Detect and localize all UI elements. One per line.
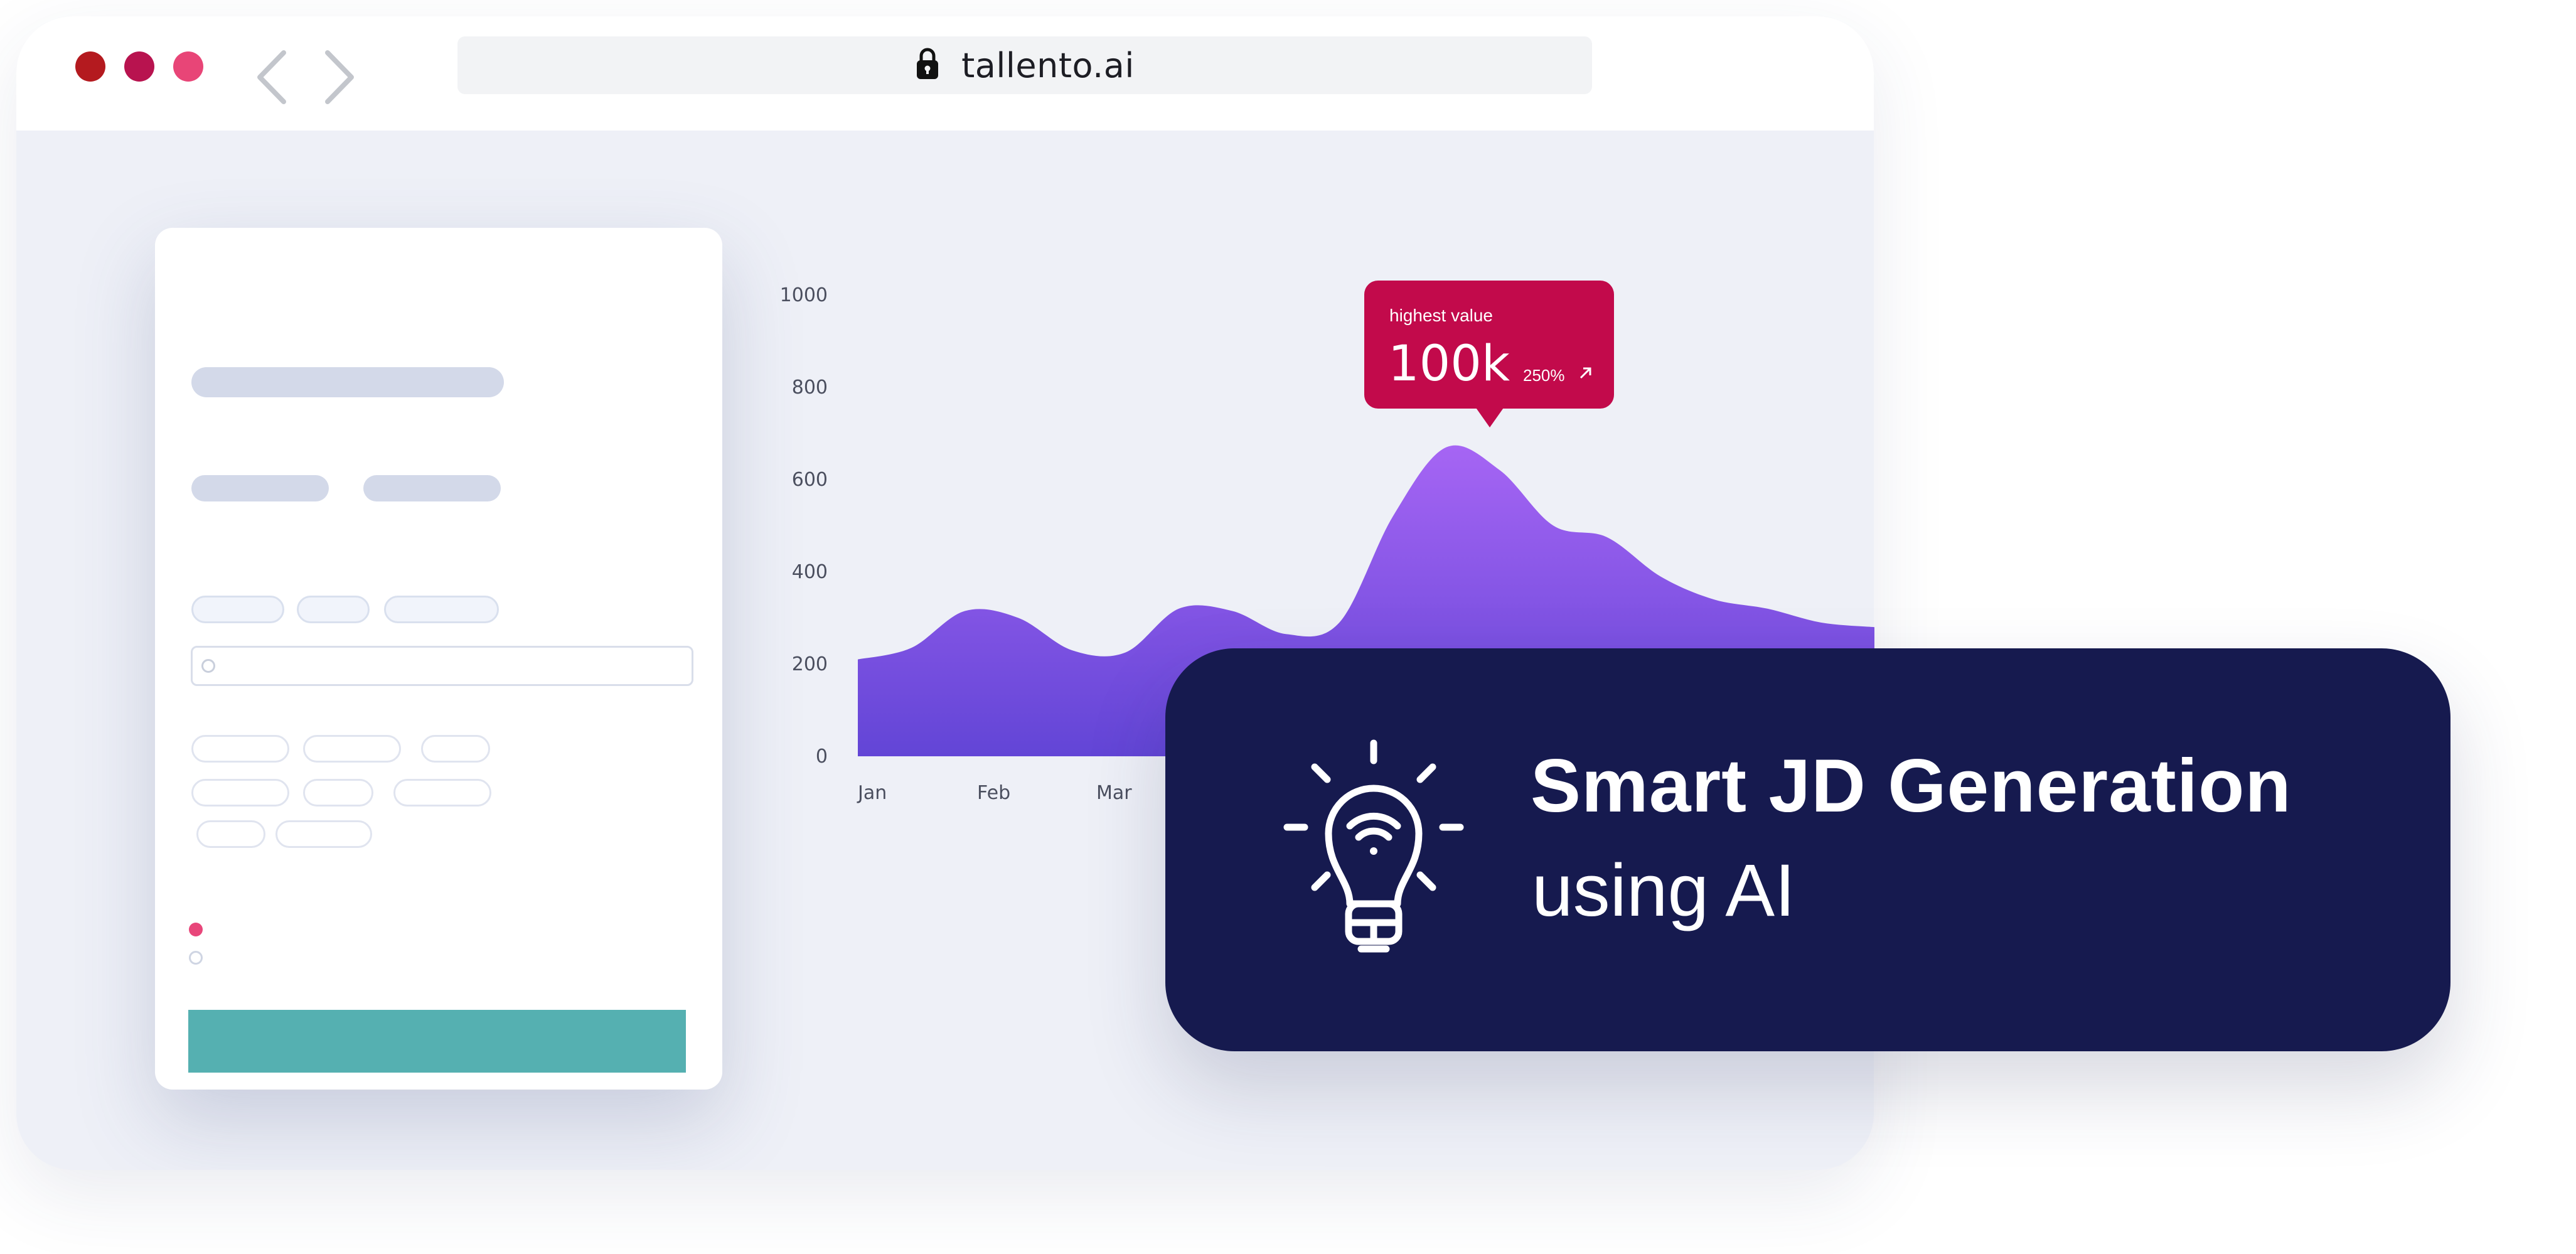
x-tick-label: Feb xyxy=(977,782,1010,804)
tooltip-label: highest value xyxy=(1389,306,1494,325)
skill-chip[interactable] xyxy=(393,779,491,807)
x-tick-label: Mar xyxy=(1096,782,1132,804)
browser-titlebar: tallento.ai xyxy=(16,16,1874,131)
radio-option[interactable] xyxy=(189,951,203,965)
y-tick-label: 1000 xyxy=(780,284,828,306)
skill-chip[interactable] xyxy=(191,735,289,763)
y-tick-label: 0 xyxy=(816,746,828,768)
lock-icon xyxy=(915,47,940,84)
feature-subtitle: using AI xyxy=(1532,849,1795,932)
tag-pill[interactable] xyxy=(191,596,284,623)
skill-search-input[interactable] xyxy=(191,646,693,686)
y-tick-label: 600 xyxy=(792,469,828,491)
job-form-card xyxy=(155,228,722,1090)
feature-card: Smart JD Generation using AI xyxy=(1165,648,2450,1051)
skill-chip[interactable] xyxy=(303,735,401,763)
tooltip-value: 100k xyxy=(1388,336,1510,392)
feature-title: Smart JD Generation xyxy=(1531,744,2292,828)
submit-button[interactable] xyxy=(188,1010,686,1073)
form-field-placeholder xyxy=(191,475,329,501)
close-window-dot[interactable] xyxy=(75,51,105,82)
arrow-up-right-icon xyxy=(1578,365,1594,384)
tag-pill[interactable] xyxy=(297,596,370,623)
search-icon xyxy=(201,659,215,673)
y-tick-label: 400 xyxy=(792,561,828,583)
skill-chip[interactable] xyxy=(421,735,490,763)
x-tick-label: Jan xyxy=(857,782,887,804)
tag-pill[interactable] xyxy=(384,596,499,623)
minimize-window-dot[interactable] xyxy=(124,51,154,82)
radio-option-selected[interactable] xyxy=(189,923,203,936)
form-field-placeholder xyxy=(363,475,501,501)
url-text: tallento.ai xyxy=(961,45,1135,85)
highest-value-tooltip: highest value 100k 250% xyxy=(1364,281,1614,427)
skill-chip[interactable] xyxy=(275,820,372,848)
skill-chip[interactable] xyxy=(303,779,373,807)
lightbulb-icon xyxy=(1280,739,1468,962)
address-bar[interactable]: tallento.ai xyxy=(457,36,1592,94)
maximize-window-dot[interactable] xyxy=(173,51,203,82)
forward-arrow-icon[interactable] xyxy=(323,49,356,109)
back-arrow-icon[interactable] xyxy=(255,49,289,109)
skill-chip[interactable] xyxy=(196,820,265,848)
y-tick-label: 200 xyxy=(792,653,828,675)
tooltip-change: 250% xyxy=(1523,366,1565,385)
form-title-placeholder xyxy=(191,367,504,397)
skill-chip[interactable] xyxy=(191,779,289,807)
y-tick-label: 800 xyxy=(792,377,828,399)
